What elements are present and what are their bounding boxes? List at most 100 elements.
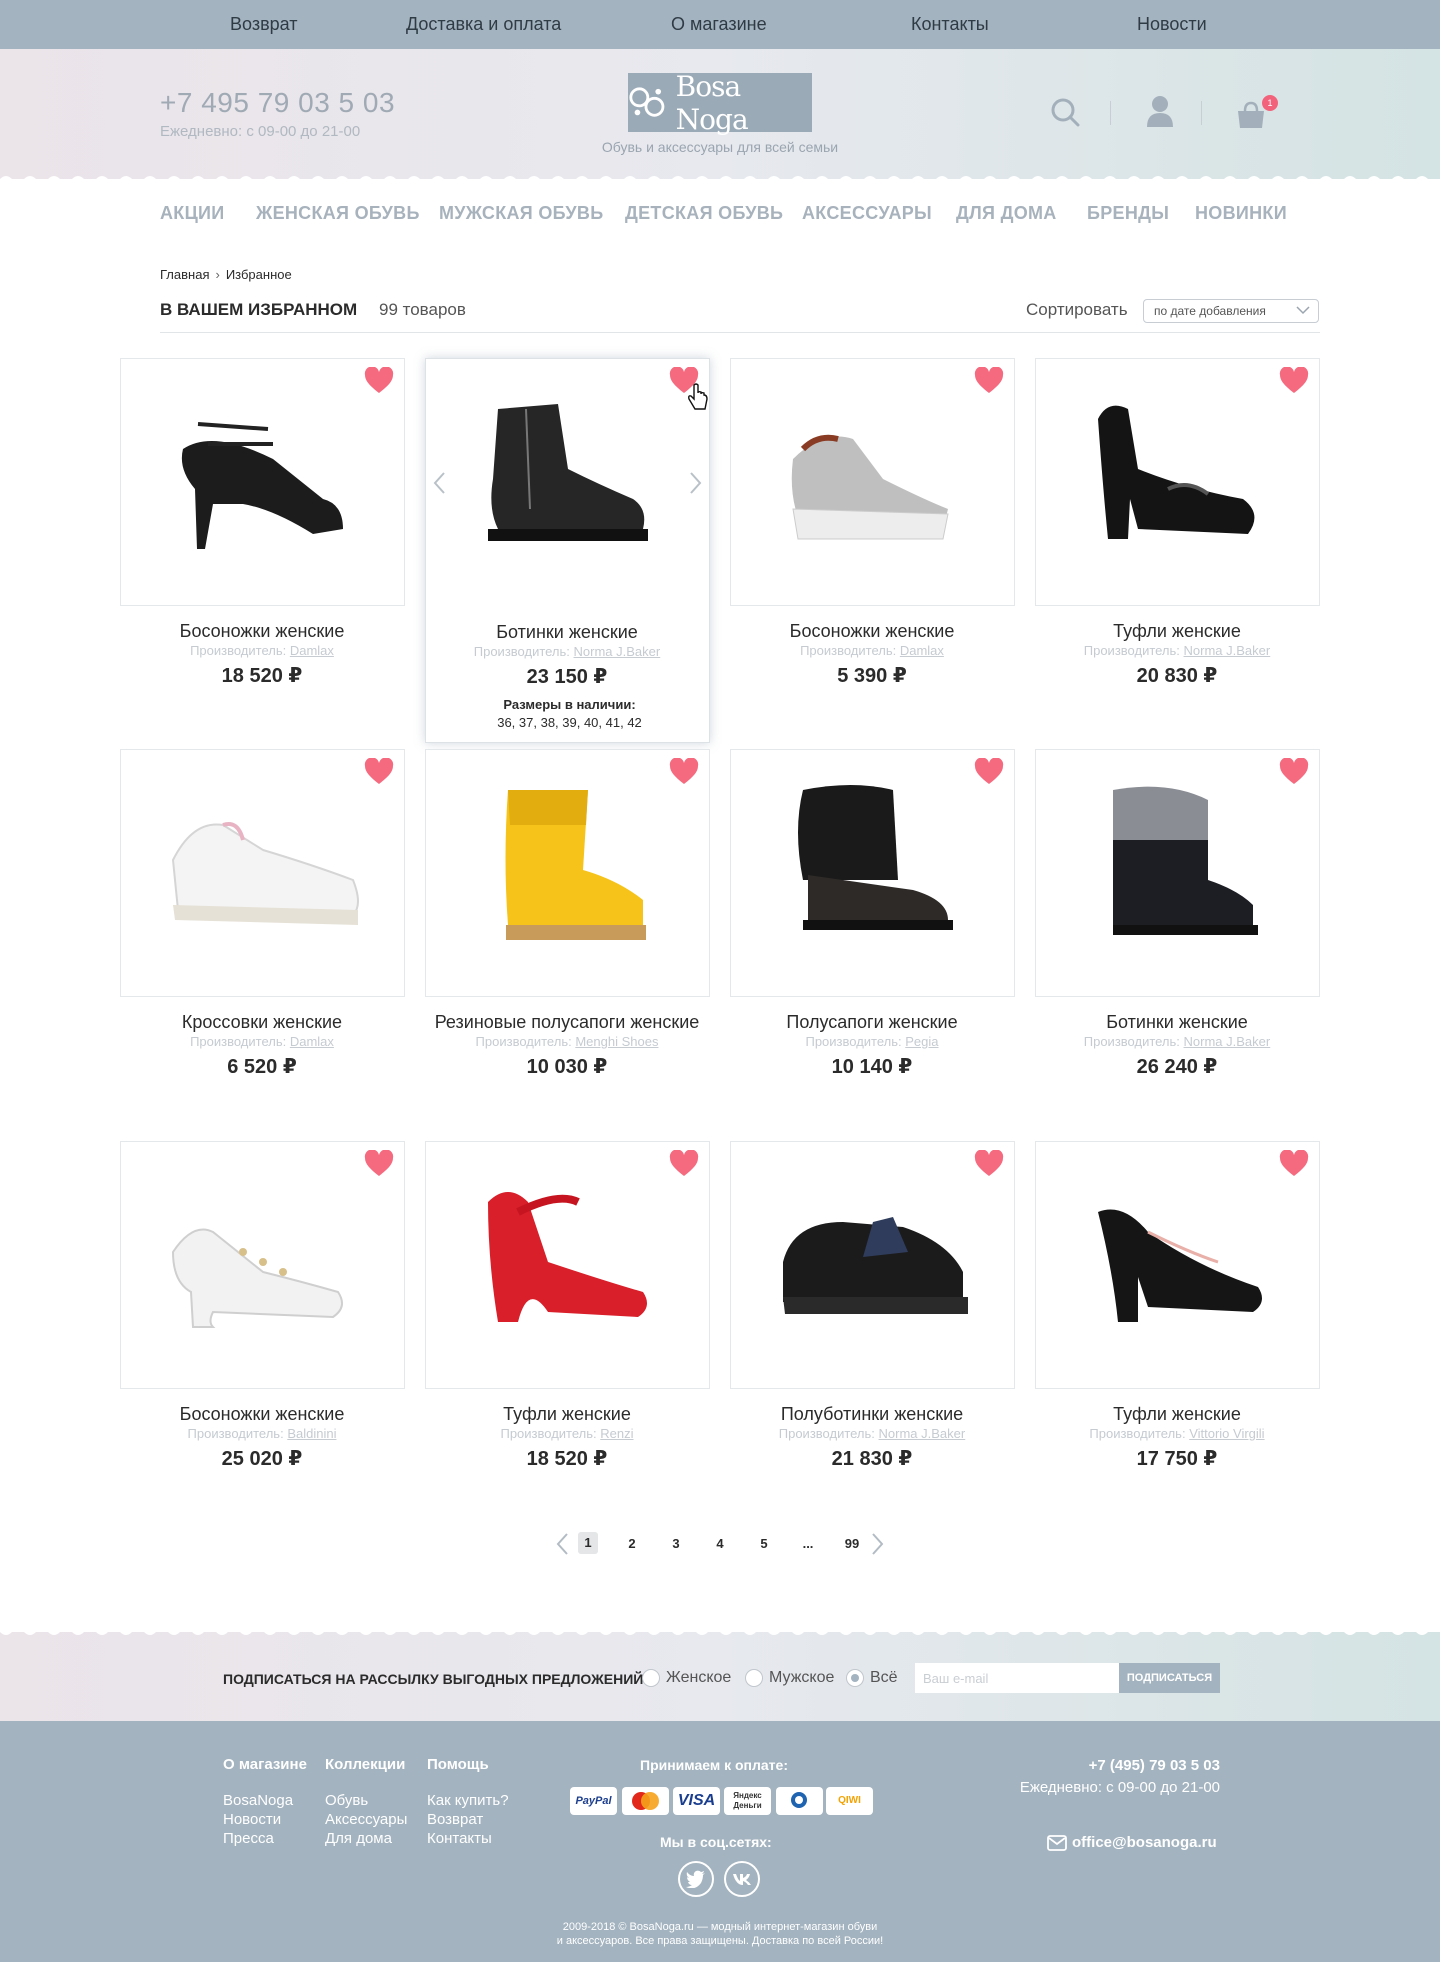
footer-email[interactable]: office@bosanoga.ru — [1072, 1834, 1217, 1851]
favorite-heart-icon[interactable] — [364, 758, 394, 786]
favorite-heart-icon[interactable] — [364, 1150, 394, 1178]
sort-select[interactable]: по дате добавления — [1143, 299, 1319, 323]
footer-link[interactable]: Пресса — [223, 1830, 274, 1847]
email-input[interactable] — [915, 1663, 1119, 1693]
product-image[interactable] — [153, 780, 373, 950]
product-name[interactable]: Туфли женские — [417, 1404, 717, 1425]
footer-link[interactable]: Как купить? — [427, 1792, 509, 1809]
product-image[interactable] — [458, 780, 678, 950]
product-image[interactable] — [1068, 1172, 1288, 1342]
cat-new[interactable]: НОВИНКИ — [1195, 203, 1287, 224]
cat-home[interactable]: ДЛЯ ДОМА — [956, 203, 1057, 224]
maker-link[interactable]: Damlax — [290, 1034, 334, 1049]
product-image[interactable] — [153, 1172, 373, 1342]
favorite-heart-icon[interactable] — [1279, 758, 1309, 786]
maker-link[interactable]: Damlax — [290, 643, 334, 658]
logo[interactable]: Bosa Noga — [628, 70, 812, 136]
radio-all-label[interactable]: Всё — [870, 1669, 898, 1687]
page-99[interactable]: 99 — [842, 1536, 862, 1551]
chevron-right-icon[interactable] — [871, 1532, 885, 1556]
product-card[interactable] — [1035, 749, 1320, 997]
cat-sale[interactable]: АКЦИИ — [160, 203, 225, 224]
footer-link[interactable]: Возврат — [427, 1811, 483, 1828]
footer-link[interactable]: Для дома — [325, 1830, 392, 1847]
product-image[interactable] — [153, 389, 373, 559]
product-name[interactable]: Босоножки женские — [112, 621, 412, 642]
product-image[interactable] — [458, 389, 678, 559]
favorite-heart-icon[interactable] — [364, 367, 394, 395]
product-card[interactable] — [1035, 358, 1320, 606]
maker-link[interactable]: Menghi Shoes — [575, 1034, 658, 1049]
product-card[interactable] — [120, 749, 405, 997]
maker-link[interactable]: Norma J.Baker — [1184, 1034, 1271, 1049]
radio-all[interactable] — [846, 1669, 864, 1687]
radio-men-label[interactable]: Мужское — [769, 1669, 834, 1687]
maker-link[interactable]: Damlax — [900, 643, 944, 658]
footer-link[interactable]: Новости — [223, 1811, 281, 1828]
cat-accessories[interactable]: АКСЕССУАРЫ — [802, 203, 932, 224]
product-image[interactable] — [763, 1172, 983, 1342]
twitter-icon[interactable] — [678, 1861, 714, 1897]
search-icon[interactable] — [1050, 97, 1080, 127]
product-card[interactable] — [120, 358, 405, 606]
chevron-left-icon[interactable] — [555, 1532, 569, 1556]
maker-link[interactable]: Pegia — [905, 1034, 938, 1049]
page-3[interactable]: 3 — [666, 1536, 686, 1551]
topnav-news[interactable]: Новости — [1137, 14, 1207, 35]
subscribe-button[interactable]: ПОДПИСАТЬСЯ — [1119, 1663, 1220, 1693]
radio-men[interactable] — [745, 1669, 763, 1687]
favorite-heart-icon[interactable] — [1279, 367, 1309, 395]
product-name[interactable]: Босоножки женские — [112, 1404, 412, 1425]
maker-link[interactable]: Vittorio Virgili — [1189, 1426, 1264, 1441]
product-card[interactable] — [730, 1141, 1015, 1389]
page-1[interactable]: 1 — [578, 1532, 598, 1554]
radio-women[interactable] — [642, 1669, 660, 1687]
footer-link[interactable]: BosaNoga — [223, 1792, 293, 1809]
product-image[interactable] — [1068, 780, 1288, 950]
product-image[interactable] — [763, 780, 983, 950]
header-phone[interactable]: +7 495 79 03 5 03 — [160, 87, 395, 119]
cat-kids[interactable]: ДЕТСКАЯ ОБУВЬ — [625, 203, 783, 224]
vk-icon[interactable] — [724, 1861, 760, 1897]
page-2[interactable]: 2 — [622, 1536, 642, 1551]
maker-link[interactable]: Renzi — [600, 1426, 633, 1441]
topnav-return[interactable]: Возврат — [230, 14, 298, 35]
topnav-about[interactable]: О магазине — [671, 14, 767, 35]
image-prev-icon[interactable] — [432, 471, 446, 495]
product-card[interactable] — [120, 1141, 405, 1389]
product-name[interactable]: Резиновые полусапоги женские — [417, 1012, 717, 1033]
product-card[interactable] — [730, 358, 1015, 606]
product-name[interactable]: Туфли женские — [1027, 621, 1327, 642]
page-5[interactable]: 5 — [754, 1536, 774, 1551]
favorite-heart-icon[interactable] — [669, 1150, 699, 1178]
cat-women[interactable]: ЖЕНСКАЯ ОБУВЬ — [256, 203, 420, 224]
maker-link[interactable]: Norma J.Baker — [1184, 643, 1271, 658]
product-image[interactable] — [458, 1172, 678, 1342]
product-image[interactable] — [1068, 389, 1288, 559]
favorite-heart-icon[interactable] — [974, 1150, 1004, 1178]
image-next-icon[interactable] — [689, 471, 703, 495]
favorite-heart-icon[interactable] — [669, 758, 699, 786]
page-4[interactable]: 4 — [710, 1536, 730, 1551]
topnav-delivery[interactable]: Доставка и оплата — [406, 14, 561, 35]
favorite-heart-icon[interactable] — [1279, 1150, 1309, 1178]
product-card[interactable] — [730, 749, 1015, 997]
maker-link[interactable]: Norma J.Baker — [879, 1426, 966, 1441]
product-card[interactable] — [1035, 1141, 1320, 1389]
product-name[interactable]: Ботинки женские — [417, 622, 717, 643]
product-name[interactable]: Кроссовки женские — [112, 1012, 412, 1033]
maker-link[interactable]: Norma J.Baker — [574, 644, 661, 659]
maker-link[interactable]: Baldinini — [287, 1426, 336, 1441]
favorite-heart-icon[interactable] — [974, 367, 1004, 395]
cat-men[interactable]: МУЖСКАЯ ОБУВЬ — [439, 203, 603, 224]
product-card[interactable] — [425, 749, 710, 997]
radio-women-label[interactable]: Женское — [666, 1669, 731, 1687]
footer-link[interactable]: Контакты — [427, 1830, 492, 1847]
footer-link[interactable]: Обувь — [325, 1792, 368, 1809]
product-name[interactable]: Полусапоги женские — [722, 1012, 1022, 1033]
favorite-heart-icon[interactable] — [974, 758, 1004, 786]
footer-link[interactable]: Аксессуары — [325, 1811, 407, 1828]
product-name[interactable]: Босоножки женские — [722, 621, 1022, 642]
breadcrumb-home[interactable]: Главная — [160, 267, 209, 282]
product-name[interactable]: Туфли женские — [1027, 1404, 1327, 1425]
